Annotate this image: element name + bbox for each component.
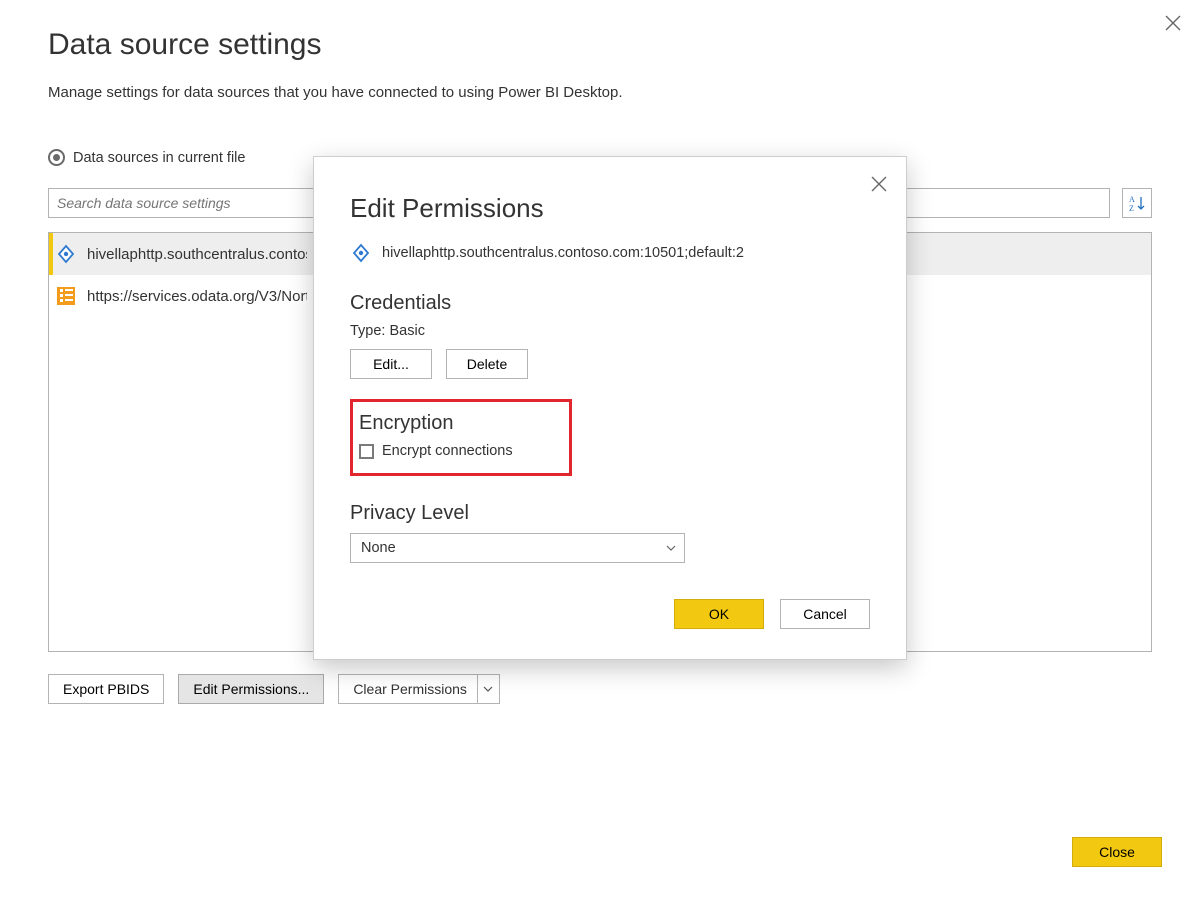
data-source-settings-dialog: Data source settings Manage settings for… [0,0,1200,903]
ok-button[interactable]: OK [674,599,764,629]
privacy-level-value: None [361,540,396,556]
privacy-level-dropdown[interactable]: None [350,533,685,563]
page-title: Data source settings [48,28,1152,62]
clear-permissions-label: Clear Permissions [353,681,467,697]
dialog-title: Edit Permissions [350,193,870,224]
hive-source-icon [350,242,372,264]
encrypt-connections-checkbox[interactable]: Encrypt connections [359,443,557,459]
page-subtitle: Manage settings for data sources that yo… [48,84,1152,101]
delete-credentials-button[interactable]: Delete [446,349,528,379]
privacy-heading: Privacy Level [350,502,870,525]
chevron-down-icon[interactable] [477,675,499,703]
encryption-heading: Encryption [359,412,557,435]
clear-permissions-button[interactable]: Clear Permissions [338,674,500,704]
close-button[interactable]: Close [1072,837,1162,867]
export-pbids-button[interactable]: Export PBIDS [48,674,164,704]
sort-az-button[interactable]: A Z [1122,188,1152,218]
edit-permissions-button[interactable]: Edit Permissions... [178,674,324,704]
checkbox-icon [359,444,374,459]
credentials-type: Type: Basic [350,323,870,339]
data-source-label: https://services.odata.org/V3/Northwind/… [87,288,307,305]
edit-permissions-dialog: Edit Permissions hivellaphttp.southcentr… [313,156,907,660]
encryption-highlight: Encryption Encrypt connections [350,399,572,476]
svg-text:A: A [1129,195,1135,204]
encrypt-connections-label: Encrypt connections [382,443,513,459]
close-icon[interactable] [1164,14,1182,32]
credentials-heading: Credentials [350,292,870,315]
cancel-button[interactable]: Cancel [780,599,870,629]
radio-label: Data sources in current file [73,150,245,166]
dialog-source-name: hivellaphttp.southcentralus.contoso.com:… [382,245,744,261]
edit-credentials-button[interactable]: Edit... [350,349,432,379]
data-source-label: hivellaphttp.southcentralus.contoso.com:… [87,246,307,263]
close-icon[interactable] [870,175,888,193]
hive-source-icon [55,243,77,265]
odata-source-icon [55,285,77,307]
radio-icon [48,149,65,166]
chevron-down-icon [666,543,676,554]
svg-text:Z: Z [1129,204,1134,213]
